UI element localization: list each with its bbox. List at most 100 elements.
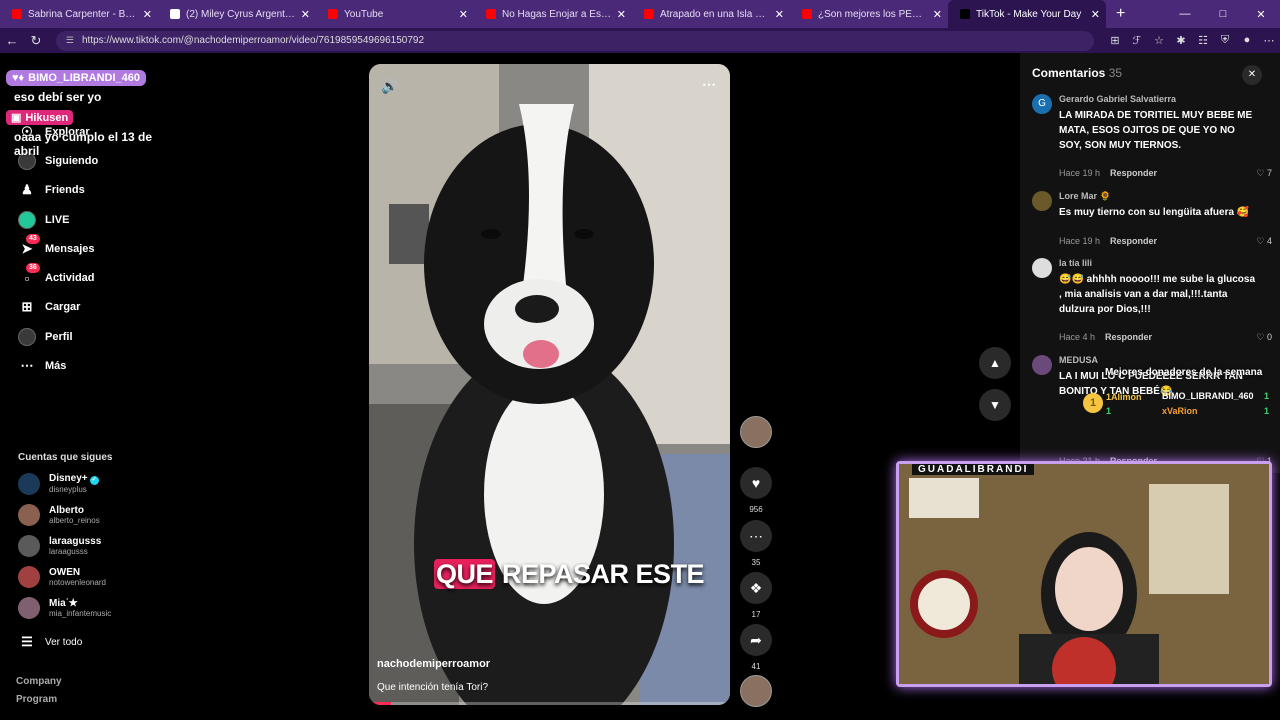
video-player[interactable]: 🔊 ⋯ QUE REPASAR ESTE nachodemiperroamor …	[369, 64, 730, 705]
reply-button[interactable]: Responder	[1110, 168, 1157, 178]
back-icon[interactable]: ←	[0, 33, 24, 48]
avatar[interactable]: G	[1032, 94, 1052, 114]
extensions-icon[interactable]: ✱	[1170, 34, 1192, 47]
like-count: 956	[749, 505, 763, 514]
tab-close-icon[interactable]: ✕	[459, 8, 468, 21]
browser-tab[interactable]: Atrapado en una Isla Hasta que C ✕	[632, 0, 790, 28]
followed-account[interactable]: laraagusss laraagusss	[18, 535, 101, 557]
maximize-icon[interactable]: □	[1204, 8, 1242, 20]
browser-tab[interactable]: (2) Miley Cyrus Argentina en X: "D ✕	[158, 0, 316, 28]
followed-account[interactable]: Disney+ ✓ disneyplus	[18, 473, 99, 495]
install-app-icon[interactable]: ⊞	[1104, 34, 1126, 47]
favorite-star-icon[interactable]: ☆	[1148, 34, 1170, 47]
close-comments-button[interactable]: ✕	[1242, 65, 1262, 85]
site-info-icon[interactable]: ☰	[66, 35, 74, 46]
url-field[interactable]: ☰ https://www.tiktok.com/@nachodemiperro…	[55, 30, 1094, 51]
comment-author[interactable]: Lore Mar 🌻	[1059, 191, 1111, 202]
avatar[interactable]	[1032, 355, 1052, 375]
webcam-overlay	[896, 461, 1272, 687]
tab-title: Sabrina Carpenter - Busy Woman	[28, 8, 139, 20]
followed-account[interactable]: OWEN notowenleonard	[18, 566, 106, 588]
next-video-button[interactable]: ▼	[979, 389, 1011, 421]
menu-dots-icon[interactable]: ⋯	[1258, 34, 1280, 47]
tab-close-icon[interactable]: ✕	[143, 8, 152, 21]
comment-text: LA MIRADA DE TORITIEL MUY BEBE ME MATA, …	[1059, 110, 1253, 151]
comment-like-button[interactable]: ♡ 4	[1256, 236, 1272, 247]
see-all-label: Ver todo	[45, 636, 83, 648]
new-tab-icon[interactable]: +	[1116, 5, 1125, 23]
chat-username: Hikusen	[25, 111, 69, 124]
account-handle: notowenleonard	[49, 577, 106, 587]
profile-avatar-icon[interactable]: ●	[1236, 34, 1258, 47]
sidebar-item-label: Cargar	[45, 301, 81, 313]
sidebar-item-mensajes[interactable]: ➤ 43 Mensajes	[18, 234, 95, 258]
close-window-icon[interactable]: ✕	[1242, 8, 1280, 21]
footer-link-company[interactable]: Company	[16, 676, 62, 687]
browser-toolbar: ⊞ ℱ ☆ ✱ ☷ ⛨ ● ⋯	[1104, 34, 1280, 47]
messages-icon: ➤ 43	[18, 234, 40, 258]
webcam-feed	[899, 464, 1269, 684]
tab-close-icon[interactable]: ✕	[301, 8, 310, 21]
avatar	[18, 597, 40, 619]
volume-icon[interactable]: 🔊	[381, 78, 398, 95]
share-button[interactable]: ➦ 41	[739, 624, 773, 671]
video-description: Que intención tenía Tori?	[377, 682, 489, 693]
shield-icon[interactable]: ⛨	[1214, 34, 1236, 47]
sidebar-item-más[interactable]: ⋯ Más	[18, 357, 67, 375]
tab-close-icon[interactable]: ✕	[775, 8, 784, 21]
comment-icon: ⋯	[740, 520, 772, 552]
sidebar-item-perfil[interactable]: Perfil	[18, 328, 73, 346]
account-handle: disneyplus	[49, 485, 87, 494]
sidebar-item-cargar[interactable]: ⊞ Cargar	[18, 298, 81, 316]
comment-author[interactable]: Gerardo Gabriel Salvatierra	[1059, 94, 1176, 104]
followed-account[interactable]: Mia˙✭ mia_infantemusic	[18, 597, 111, 619]
window-controls: — □ ✕	[1166, 0, 1280, 28]
sidebar-item-actividad[interactable]: ▫ 36 Actividad	[18, 263, 95, 287]
browser-tab[interactable]: No Hagas Enojar a Este Artista - Y ✕	[474, 0, 632, 28]
browser-tab[interactable]: ¿Son mejores los PERROS o GATO ✕	[790, 0, 948, 28]
browser-tab[interactable]: Sabrina Carpenter - Busy Woman ✕	[0, 0, 158, 28]
chat-badge-icon: ▣	[11, 112, 22, 124]
sidebar-item-friends[interactable]: ♟ Friends	[18, 181, 85, 199]
avatar[interactable]	[1032, 258, 1052, 278]
reply-button[interactable]: Responder	[1105, 332, 1152, 342]
browser-tab[interactable]: TikTok - Make Your Day ✕	[948, 0, 1106, 28]
sidebar-item-live[interactable]: LIVE	[18, 211, 69, 229]
previous-video-button[interactable]: ▲	[979, 347, 1011, 379]
friends-icon: ♟	[21, 182, 33, 197]
avatar[interactable]	[1032, 191, 1052, 211]
account-name: laraagusss	[49, 535, 102, 547]
donor-amount: 1	[1264, 406, 1270, 416]
footer-link-program[interactable]: Program	[16, 694, 57, 705]
comment-author[interactable]: la tía lili	[1059, 258, 1092, 268]
music-avatar-button[interactable]	[739, 675, 773, 707]
collections-icon[interactable]: ☷	[1192, 34, 1214, 47]
url-text: https://www.tiktok.com/@nachodemiperroam…	[81, 35, 425, 46]
like-button[interactable]: ♥ 956	[739, 467, 773, 514]
video-caption: QUE REPASAR ESTE	[434, 559, 705, 590]
minimize-icon[interactable]: —	[1166, 8, 1204, 20]
tab-close-icon[interactable]: ✕	[1091, 8, 1100, 21]
reply-button[interactable]: Responder	[1110, 236, 1157, 246]
tab-favicon-icon	[960, 9, 970, 19]
tab-favicon-icon	[12, 9, 22, 19]
more-options-icon[interactable]: ⋯	[702, 76, 716, 93]
comment-meta: Hace 4 h Responder	[1059, 332, 1152, 342]
comment-button[interactable]: ⋯ 35	[739, 520, 773, 567]
comment-time: Hace 4 h	[1059, 332, 1096, 342]
browser-tab[interactable]: YouTube ✕	[316, 0, 474, 28]
comment-like-button[interactable]: ♡ 0	[1256, 332, 1272, 343]
translate-icon[interactable]: ℱ	[1126, 34, 1148, 47]
save-button[interactable]: ❖ 17	[739, 572, 773, 619]
tab-title: YouTube	[344, 8, 384, 20]
see-all-button[interactable]: ☰ Ver todo	[18, 633, 82, 651]
video-progress-bar[interactable]	[369, 702, 730, 705]
tab-close-icon[interactable]: ✕	[933, 8, 942, 21]
creator-avatar-button[interactable]	[739, 416, 773, 448]
followed-account[interactable]: Alberto alberto_reinos	[18, 504, 100, 526]
tab-close-icon[interactable]: ✕	[617, 8, 626, 21]
comment-like-button[interactable]: ♡ 7	[1256, 168, 1272, 179]
reload-icon[interactable]: ↻	[24, 33, 48, 49]
video-username[interactable]: nachodemiperroamor	[377, 658, 490, 670]
notification-badge: 36	[26, 263, 40, 273]
